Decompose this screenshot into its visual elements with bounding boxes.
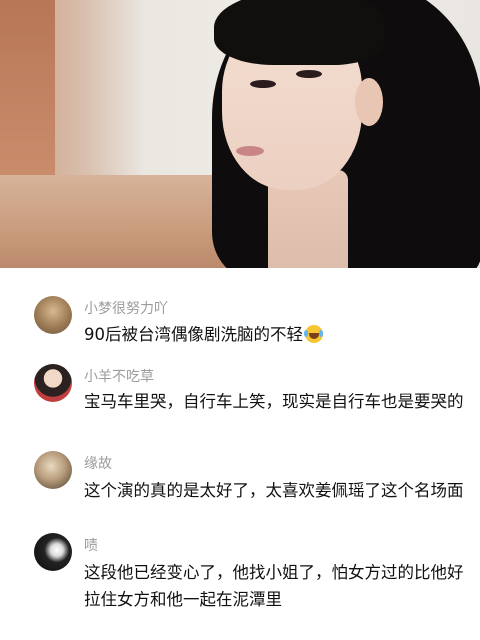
comment-username[interactable]: 小梦很努力吖 [84, 298, 168, 318]
avatar[interactable] [34, 364, 72, 402]
avatar[interactable] [34, 296, 72, 334]
comment-username[interactable]: 缘故 [84, 453, 112, 473]
avatar[interactable] [34, 533, 72, 571]
comment-text: 这段他已经变心了，他找小姐了，怕女方过的比他好拉住女方和他一起在泥潭里 [84, 563, 464, 609]
comment-text: 90后被台湾偶像剧洗脑的不轻 [84, 321, 464, 348]
comment-username[interactable]: 小羊不吃草 [84, 366, 154, 386]
comment-text: 宝马车里哭，自行车上笑，现实是自行车也是要哭的 [84, 392, 464, 411]
comment-username[interactable]: 啧 [84, 535, 98, 555]
avatar[interactable] [34, 451, 72, 489]
comment-page: 小梦很努力吖 90后被台湾偶像剧洗脑的不轻 小羊不吃草 宝马车里哭，自行车上笑，… [0, 0, 480, 640]
crying-laughing-emoji-icon [304, 325, 323, 343]
comment-text: 这个演的真的是太好了，太喜欢姜佩瑶了这个名场面 [84, 481, 464, 500]
video-still-image[interactable] [0, 0, 480, 268]
